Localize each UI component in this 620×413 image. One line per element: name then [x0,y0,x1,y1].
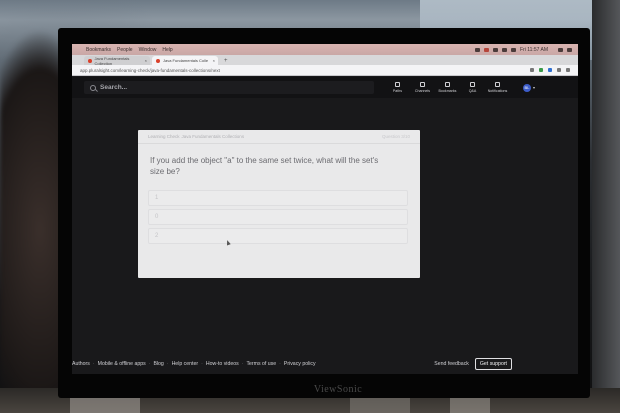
footer-link-mobile[interactable]: Mobile & offline apps [98,361,146,367]
search-input[interactable]: Search... [84,81,374,94]
send-feedback-link[interactable]: Send feedback [434,361,469,367]
monitor-brand: ViewSonic [313,384,363,395]
address-bar: app.pluralsight.com/learning-check/java-… [72,65,578,76]
close-tab-icon[interactable]: × [213,58,218,63]
avatar[interactable]: BL [523,83,531,92]
tab-label: Java Fundamentals Colle [163,58,209,63]
favicon-icon [88,58,92,63]
nav-item-paths[interactable]: Paths [386,82,409,93]
search-icon [90,84,96,91]
new-tab-button[interactable]: + [220,58,232,65]
desk-object [350,398,410,413]
browser-tab-active[interactable]: Java Fundamentals Colle × [152,56,218,65]
nav-label: Notifications [487,89,508,93]
more-icon[interactable] [566,68,570,72]
tab-label: Java Fundamentals Collection [94,55,130,66]
get-support-button[interactable]: Get support [474,357,512,370]
wifi-icon[interactable] [502,47,508,52]
breadcrumb-course: Java Fundamentals Collections [181,134,245,139]
extension-icons [530,68,578,72]
menu-item-bookmarks[interactable]: Bookmarks [86,47,111,53]
answer-option[interactable]: 2 [148,228,408,244]
qa-icon [470,82,475,87]
desk-object [70,396,140,413]
extension-icon[interactable] [557,68,561,72]
nav-items: Paths Channels Bookmarks Q&A Notificatio… [386,82,509,93]
nav-label: Bookmarks [438,89,457,93]
browser-tab[interactable]: Java Fundamentals Collection × [84,55,150,66]
nav-item-bookmarks[interactable]: Bookmarks [436,82,459,93]
favicon-icon [156,58,160,63]
browser-tabbar: Java Fundamentals Collection × Java Fund… [72,55,578,66]
footer-link-videos[interactable]: How-to videos [206,361,239,367]
clock[interactable]: Fri 11:57 AM [520,47,548,53]
url-field[interactable]: app.pluralsight.com/learning-check/java-… [80,68,220,73]
footer-link-blog[interactable]: Blog [153,361,163,367]
nav-item-notifications[interactable]: Notifications [486,82,509,93]
card-header: Learning Check Java Fundamentals Collect… [138,130,420,144]
menu-item-help[interactable]: Help [162,47,172,53]
menu-item-people[interactable]: People [117,47,133,53]
menu-icon[interactable] [567,47,572,52]
nav-label: Paths [392,89,403,93]
status-icon[interactable] [484,47,490,52]
footer-link-authors[interactable]: Authors [72,361,90,367]
paths-icon [395,82,400,87]
breadcrumb-prefix: Learning Check [148,134,180,139]
nav-label: Channels [414,89,431,93]
chevron-down-icon[interactable]: ▾ [533,85,535,90]
channels-icon [420,82,425,87]
extension-icon[interactable] [539,68,543,72]
search-placeholder: Search... [100,84,128,91]
separator: · [166,360,169,367]
bell-icon [495,82,500,87]
separator: · [241,360,244,367]
nav-label: Q&A [468,89,477,93]
separator: · [148,360,151,367]
answer-option[interactable]: 1 [148,190,408,206]
answer-option[interactable]: 0 [148,209,408,225]
footer-link-help[interactable]: Help center [172,361,199,367]
extension-icon[interactable] [548,68,552,72]
screen: Bookmarks People Window Help Fri 11:57 A… [72,44,578,374]
blurred-pillar [592,0,620,413]
separator: · [201,360,203,367]
nav-item-channels[interactable]: Channels [411,82,434,93]
search-icon[interactable] [558,47,563,52]
app-navbar: Search... Paths Channels Bookmarks Q&A N… [72,77,578,98]
menubar-status: Fri 11:57 AM [475,47,578,53]
footer-link-terms[interactable]: Terms of use [246,361,276,367]
os-menubar: Bookmarks People Window Help Fri 11:57 A… [72,44,578,55]
status-icon[interactable] [475,47,481,52]
bookmarks-icon [445,82,450,87]
close-tab-icon[interactable]: × [145,58,150,63]
status-icon[interactable] [493,47,499,52]
page-footer: Authors · Mobile & offline apps · Blog ·… [72,353,578,374]
question-text: If you add the object "a" to the same se… [150,156,379,176]
separator: · [92,360,95,367]
footer-link-privacy[interactable]: Privacy policy [284,361,316,367]
question-card: Learning Check Java Fundamentals Collect… [138,130,420,278]
menu-item-window[interactable]: Window [139,47,157,53]
question-counter: Question 3/10 [381,134,410,139]
star-icon[interactable] [530,68,534,72]
separator: · [279,360,281,367]
nav-item-qa[interactable]: Q&A [461,82,484,93]
answer-options: 1 0 2 [148,190,408,247]
battery-icon[interactable] [511,47,517,52]
